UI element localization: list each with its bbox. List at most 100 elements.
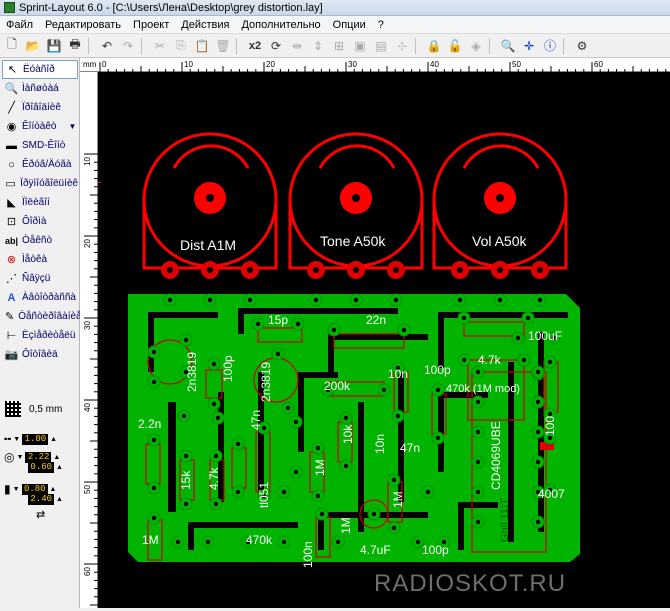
dropdown-arrow-icon[interactable]: ▼: [13, 486, 20, 493]
info-icon[interactable]: ⓘ: [540, 36, 560, 56]
label-1m-d: 1M: [142, 533, 159, 547]
spinner-icon[interactable]: ▲: [50, 436, 57, 443]
pcb-pad-hole: [255, 321, 261, 327]
grid-setting[interactable]: 0,5 mm: [2, 398, 78, 420]
pcb-pad-hole: [547, 411, 553, 417]
dropdown-arrow-icon[interactable]: ▼: [16, 454, 23, 461]
align-icon[interactable]: ⊞: [329, 36, 349, 56]
pcb-pad-hole: [151, 349, 157, 355]
zoom-icon[interactable]: 🔍: [498, 36, 518, 56]
ruler-left: 10 20 30 40 50 60: [80, 72, 98, 608]
spinner-icon[interactable]: ▲: [50, 486, 57, 493]
lock-icon[interactable]: 🔒: [424, 36, 444, 56]
group-icon[interactable]: ▣: [350, 36, 370, 56]
redo-icon[interactable]: ↷: [118, 36, 138, 56]
tool-circle[interactable]: ○ Êðóã/Äóãà: [2, 155, 78, 174]
smd-height-field[interactable]: 2.40: [28, 494, 54, 505]
pot-label-tone: Tone A50k: [320, 233, 386, 249]
label-1m-a: 1M: [313, 459, 327, 476]
menu-extras[interactable]: Дополнительно: [235, 16, 326, 34]
tool-form[interactable]: ⊡ Ôîðìà: [2, 212, 78, 231]
pcb-drawing[interactable]: Dist A1M Tone A50k Vol A50k 15p 22n 100u…: [98, 72, 670, 608]
tool-autoroute[interactable]: A Àâòîòðàññà: [2, 288, 78, 307]
delete-icon[interactable]: 🗑: [213, 36, 233, 56]
pcb-pad-hole: [315, 493, 321, 499]
pcb-pad-hole: [205, 539, 211, 545]
duplicate-button[interactable]: x2: [245, 36, 265, 56]
tool-marker[interactable]: ⊗ Ìåòêà: [2, 250, 78, 269]
mirror-h-icon[interactable]: ⇹: [287, 36, 307, 56]
toolbar-separator: [563, 37, 569, 54]
tool-pad[interactable]: ◉ Êîíòàêò ▼: [2, 117, 78, 136]
tool-measure[interactable]: ⊢ Èçìåðèòåëü: [2, 326, 78, 345]
dropdown-arrow-icon[interactable]: ▼: [13, 436, 20, 443]
ruler-top: mm 0 10 20 30 40 50 60: [80, 58, 670, 72]
tool-test[interactable]: ✎ Òåñòèðîâàíèå: [2, 307, 82, 326]
ruler-tick-label: 60: [83, 567, 92, 576]
spinner-icon[interactable]: ▲: [56, 464, 63, 471]
track-width-field[interactable]: 1.00: [22, 433, 49, 445]
tool-photoview[interactable]: 📷 Ôîòîâèä: [2, 345, 78, 364]
paste-icon[interactable]: 📋: [192, 36, 212, 56]
tool-track[interactable]: ╱ Ïðîâîäíèê: [2, 98, 78, 117]
pcb-pad-hole: [181, 413, 187, 419]
print-icon[interactable]: 🖶: [65, 36, 85, 56]
tool-rectangle[interactable]: ▭ Ïðÿìîóãîëüíèê: [2, 174, 78, 193]
crosshair-icon[interactable]: ✛: [519, 36, 539, 56]
pcb-pad-hole: [331, 327, 337, 333]
pcb-pad-hole: [497, 297, 503, 303]
pcb-pad-hole: [281, 539, 287, 545]
tool-connection[interactable]: ⋰ Ñâÿçü: [2, 269, 78, 288]
new-file-icon[interactable]: 🗋: [2, 36, 22, 56]
menu-actions[interactable]: Действия: [175, 16, 235, 34]
pad-outer-field[interactable]: 2.22: [25, 451, 52, 463]
tool-select[interactable]: ↖ Ëóàñîð: [2, 60, 78, 79]
ruler-tick-label: 10: [184, 60, 193, 69]
pcb-pad-hole: [371, 511, 377, 517]
pcb-pad-hole: [475, 429, 481, 435]
ungroup-icon[interactable]: ▤: [371, 36, 391, 56]
menu-edit[interactable]: Редактировать: [39, 16, 127, 34]
copy-icon[interactable]: ⎘: [171, 36, 191, 56]
menu-file[interactable]: Файл: [0, 16, 39, 34]
pcb-pad-hole: [213, 501, 219, 507]
undo-icon[interactable]: ↶: [97, 36, 117, 56]
spinner-icon[interactable]: ▲: [56, 496, 63, 503]
mirror-v-icon[interactable]: ⇕: [308, 36, 328, 56]
pcb-canvas[interactable]: Dist A1M Tone A50k Vol A50k 15p 22n 100u…: [98, 72, 670, 608]
tool-polygon[interactable]: ◣ Ïîëèãîí: [2, 193, 78, 212]
menu-options[interactable]: Опции: [327, 16, 372, 34]
pad-inner-field[interactable]: 0.60: [28, 462, 54, 473]
dropdown-arrow-icon[interactable]: ▼: [68, 122, 76, 131]
swap-icon[interactable]: ⇄: [36, 508, 45, 521]
pot-holes: [206, 194, 504, 202]
pcb-pad-hole: [475, 369, 481, 375]
tool-sidebar: ↖ Ëóàñîð 🔍 Ìàñøòàá ╱ Ïðîâîäíèê ◉ Êîíòàêò ▼ ▬ S…: [0, 58, 82, 608]
layer-icon[interactable]: ◈: [466, 36, 486, 56]
pcb-pad-hole: [535, 399, 541, 405]
tool-smd-pad[interactable]: ▬ SMD-Êîíò: [2, 136, 78, 155]
tool-text[interactable]: ab| Òåêñò: [2, 231, 78, 250]
settings-gear-icon[interactable]: ⚙: [572, 36, 592, 56]
ruler-top-scale: mm 0 10 20 30 40 50 60: [83, 60, 667, 72]
pcb-pad-hole: [343, 415, 349, 421]
cut-icon[interactable]: ✂: [150, 36, 170, 56]
smd-width-field[interactable]: 0.80: [21, 483, 48, 495]
menu-help[interactable]: ?: [372, 16, 390, 34]
pcb-pad-hole: [167, 297, 173, 303]
pcb-pad-hole: [211, 361, 217, 367]
ruler-left-scale: 10 20 30 40 50 60: [83, 153, 98, 606]
spinner-icon[interactable]: ▲: [53, 454, 60, 461]
tool-zoom[interactable]: 🔍 Ìàñøòàá: [2, 79, 78, 98]
rotate-icon[interactable]: ⟳: [266, 36, 286, 56]
label-2n3819-b: 2n3819: [259, 362, 273, 402]
label-4-7k-top: 4.7k: [478, 353, 502, 367]
menu-project[interactable]: Проект: [127, 16, 175, 34]
unlock-icon[interactable]: 🔓: [445, 36, 465, 56]
pcb-pad-hole: [535, 369, 541, 375]
open-folder-icon[interactable]: 📂: [23, 36, 43, 56]
save-icon[interactable]: 💾: [44, 36, 64, 56]
label-100p-c: 100p: [422, 543, 449, 557]
align-grid-icon[interactable]: ⊹: [392, 36, 412, 56]
pcb-pad-hole: [215, 415, 221, 421]
